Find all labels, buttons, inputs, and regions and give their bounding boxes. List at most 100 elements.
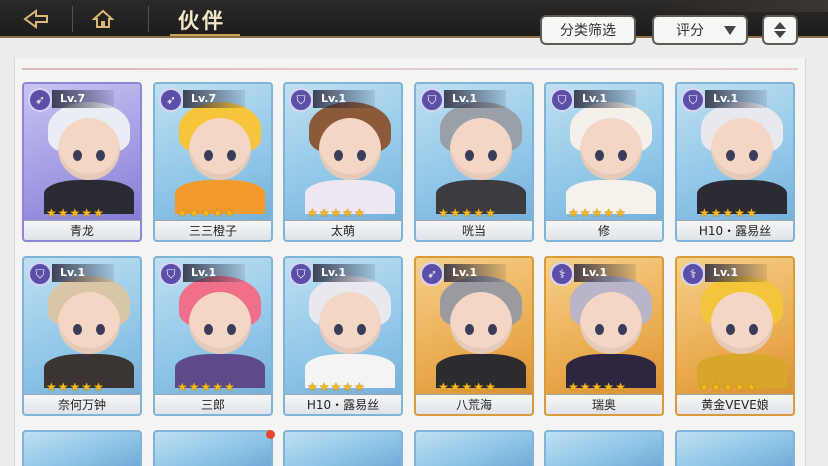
star-icon: ★ (212, 380, 224, 394)
partner-card[interactable]: ➶ Lv.1 ★ ★ ★ ★ ★ 八荒海 (414, 256, 534, 416)
star-icon: ★ (200, 380, 212, 394)
bow-icon: ➶ (159, 88, 183, 112)
portrait-eye (204, 324, 213, 335)
star-icon: ★ (568, 206, 579, 220)
portrait-face (711, 118, 773, 180)
star-icon: ★ (46, 206, 57, 220)
shield-icon: ⛉ (420, 88, 444, 112)
portrait-eye (749, 324, 758, 335)
star-icon: ★ (699, 380, 710, 394)
partner-card[interactable]: ⛉ Lv.1 ★ ★ ★ ★ ★ 修 (544, 82, 664, 242)
partner-card[interactable] (544, 430, 664, 466)
level-tag: Lv.7 (52, 90, 114, 108)
star-icon: ★ (485, 380, 496, 394)
back-button[interactable] (14, 5, 58, 33)
sort-asc-icon (774, 22, 786, 29)
filter-button[interactable]: 分类筛选 (540, 15, 636, 45)
star-icon: ★ (342, 206, 354, 220)
sort-order-button[interactable] (762, 15, 798, 45)
level-tag: Lv.1 (574, 264, 636, 282)
level-tag: Lv.1 (313, 90, 375, 108)
divider (72, 6, 73, 32)
star-icon: ★ (177, 380, 188, 394)
partner-card[interactable] (22, 430, 142, 466)
home-button[interactable] (88, 6, 118, 32)
portrait-face (189, 292, 251, 354)
level-tag: Lv.1 (444, 90, 506, 108)
partner-card[interactable] (153, 430, 273, 466)
star-icon: ★ (307, 206, 318, 220)
star-icon: ★ (734, 206, 746, 220)
star-icon: ★ (615, 206, 626, 220)
star-icon: ★ (46, 380, 57, 394)
partner-card[interactable] (414, 430, 534, 466)
partner-card[interactable]: ⛉ Lv.1 ★ ★ ★ ★ ★ 太萌 (283, 82, 403, 242)
chevron-down-icon (724, 25, 736, 35)
portrait-face (319, 118, 381, 180)
portrait-face (580, 118, 642, 180)
star-icon: ★ (342, 380, 354, 394)
partner-card[interactable]: ⛉ Lv.1 ★ ★ ★ ★ ★ 奈何万钟 (22, 256, 142, 416)
star-icon: ★ (746, 380, 757, 394)
portrait-eye (73, 324, 82, 335)
bow-icon: ➶ (28, 88, 52, 112)
portrait-face (58, 118, 120, 180)
partner-card[interactable] (675, 430, 795, 466)
portrait-eye (595, 150, 604, 161)
partner-card[interactable]: ⛉ Lv.1 ★ ★ ★ ★ ★ 咣当 (414, 82, 534, 242)
star-icon: ★ (461, 206, 473, 220)
partner-card[interactable]: ⚕ Lv.1 ★ ★ ★ ★ ★ 黄金VEVE娘 (675, 256, 795, 416)
star-rating: ★ ★ ★ ★ ★ (699, 380, 757, 394)
corner-decoration (658, 0, 828, 12)
star-icon: ★ (603, 206, 615, 220)
star-rating: ★ ★ ★ ★ ★ (177, 380, 235, 394)
shield-icon: ⛉ (289, 88, 313, 112)
star-icon: ★ (722, 380, 734, 394)
partner-name: 咣当 (416, 220, 532, 240)
partner-card[interactable]: ➶ Lv.7 ★ ★ ★ ★ ★ 青龙 (22, 82, 142, 242)
partner-card[interactable] (283, 430, 403, 466)
partner-card[interactable]: ⛉ Lv.1 ★ ★ ★ ★ ★ H10・露易丝 (283, 256, 403, 416)
portrait-eye (595, 324, 604, 335)
star-icon: ★ (722, 206, 734, 220)
star-icon: ★ (473, 380, 485, 394)
portrait-eye (204, 150, 213, 161)
sort-dropdown[interactable]: 评分 (652, 15, 748, 45)
portrait-eye (227, 150, 236, 161)
partner-card[interactable]: ⛉ Lv.1 ★ ★ ★ ★ ★ H10・露易丝 (675, 82, 795, 242)
partner-card[interactable]: ➶ Lv.7 ★ ★ ★ ★ ★ 三三橙子 (153, 82, 273, 242)
portrait-eye (357, 324, 366, 335)
star-icon: ★ (318, 380, 330, 394)
portrait-face (450, 292, 512, 354)
star-rating: ★ ★ ★ ★ ★ (438, 206, 496, 220)
star-icon: ★ (710, 380, 722, 394)
panel-divider (22, 68, 798, 70)
portrait-eye (618, 324, 627, 335)
star-icon: ★ (461, 380, 473, 394)
star-icon: ★ (579, 380, 591, 394)
star-icon: ★ (473, 206, 485, 220)
level-tag: Lv.1 (574, 90, 636, 108)
partner-card[interactable]: ⛉ Lv.1 ★ ★ ★ ★ ★ 三郎 (153, 256, 273, 416)
portrait-eye (357, 150, 366, 161)
partner-name: 三三橙子 (155, 220, 271, 240)
star-icon: ★ (449, 380, 461, 394)
star-icon: ★ (330, 206, 342, 220)
partner-name: 瑞奥 (546, 394, 662, 414)
star-icon: ★ (224, 380, 235, 394)
portrait-eye (726, 324, 735, 335)
partner-name: 修 (546, 220, 662, 240)
star-icon: ★ (710, 206, 722, 220)
partner-card[interactable]: ⚕ Lv.1 ★ ★ ★ ★ ★ 瑞奥 (544, 256, 664, 416)
portrait-eye (227, 324, 236, 335)
shield-icon: ⛉ (159, 262, 183, 286)
star-icon: ★ (699, 206, 710, 220)
star-icon: ★ (57, 380, 69, 394)
star-icon: ★ (438, 380, 449, 394)
portrait-eye (618, 150, 627, 161)
portrait-eye (334, 150, 343, 161)
star-icon: ★ (449, 206, 461, 220)
star-icon: ★ (93, 206, 104, 220)
level-tag: Lv.1 (183, 264, 245, 282)
star-icon: ★ (57, 206, 69, 220)
